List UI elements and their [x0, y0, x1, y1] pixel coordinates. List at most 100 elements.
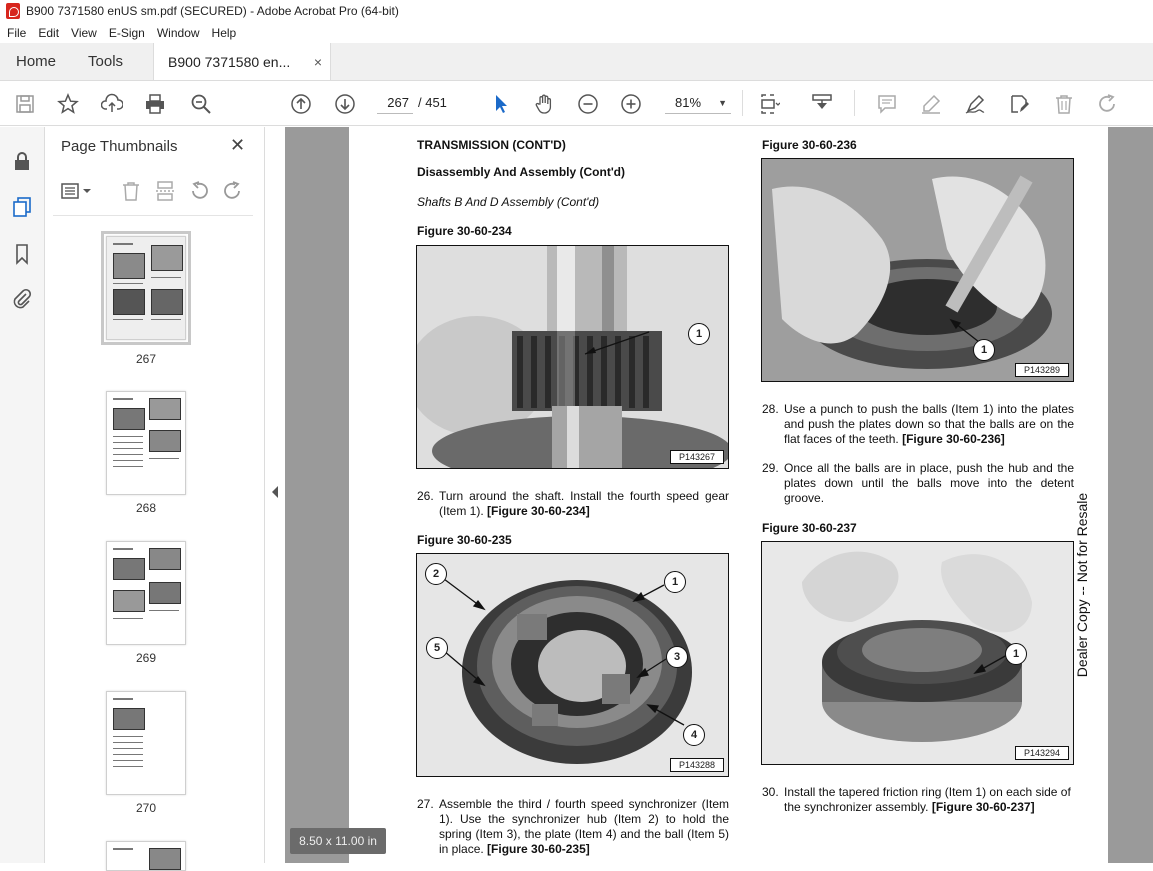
thumbnail-label: 269 [135, 651, 157, 665]
window-title: B900 7371580 enUS sm.pdf (SECURED) - Ado… [26, 4, 399, 18]
hand-icon[interactable] [531, 91, 557, 117]
select-pointer-icon[interactable] [488, 91, 514, 117]
thumb-text-line [113, 398, 133, 400]
page-thumbnail-partial[interactable] [106, 841, 186, 871]
thumbnail-label: 267 [135, 352, 157, 366]
menu-file[interactable]: File [0, 26, 31, 40]
document-viewer[interactable]: TRANSMISSION (CONT'D) Disassembly And As… [285, 127, 1153, 863]
fit-page-icon[interactable] [756, 91, 782, 117]
thumb-figure [151, 289, 183, 315]
thumb-figure [113, 590, 145, 612]
print-icon[interactable] [142, 91, 168, 117]
callout-number: 1 [688, 323, 710, 345]
thumb-text-line [113, 848, 133, 850]
step-number: 26. [417, 489, 434, 503]
tab-bar: Home Tools B900 7371580 en... × [0, 43, 1153, 81]
panel-title: Page Thumbnails [61, 138, 178, 155]
figure-reference[interactable]: [Figure 30-60-237] [932, 800, 1035, 814]
thumb-text-line [113, 698, 133, 700]
figure-reference[interactable]: [Figure 30-60-234] [487, 504, 590, 518]
thumb-text-line [113, 748, 143, 749]
thumb-figure [113, 289, 145, 315]
page-down-icon[interactable] [332, 91, 358, 117]
bookmark-icon[interactable] [10, 242, 34, 266]
panel-divider [53, 215, 253, 216]
lock-icon[interactable] [10, 149, 34, 173]
tab-document[interactable]: B900 7371580 en... × [153, 43, 332, 80]
redo-icon[interactable] [1095, 91, 1121, 117]
thumb-text-line [149, 610, 179, 611]
thumb-text-line [113, 766, 143, 767]
attachment-icon[interactable] [10, 287, 34, 311]
zoom-in-icon[interactable] [618, 91, 644, 117]
thumb-text-line [113, 742, 143, 743]
zoom-level-select[interactable]: 81% ▼ [665, 92, 731, 114]
close-icon[interactable]: ✕ [230, 135, 245, 156]
thumb-text-line [113, 760, 143, 761]
bookmark-star-icon[interactable] [55, 91, 81, 117]
rotate-right-icon[interactable] [221, 179, 245, 203]
subsection-heading: Disassembly And Assembly (Cont'd) [417, 165, 626, 179]
delete-icon[interactable] [1051, 91, 1077, 117]
page-thumbnail-267[interactable] [101, 231, 191, 345]
upload-icon[interactable] [99, 91, 125, 117]
figure-title: Figure 30-60-237 [762, 521, 857, 535]
rotate-left-icon[interactable] [187, 179, 211, 203]
thumb-figure [149, 398, 181, 420]
step-29-text: Once all the balls are in place, push th… [784, 461, 1074, 505]
thumb-text-line [113, 466, 143, 467]
comment-icon[interactable] [874, 91, 900, 117]
thumbnail-options-icon[interactable] [59, 179, 95, 203]
delete-page-icon[interactable] [119, 179, 143, 203]
figure-reference[interactable]: [Figure 30-60-236] [902, 432, 1005, 446]
menu-help[interactable]: Help [205, 26, 242, 40]
page-number-input[interactable]: 267 [377, 92, 413, 114]
save-icon[interactable] [12, 91, 38, 117]
watermark-text: Dealer Copy -- Not for Resale [1074, 492, 1090, 678]
panel-collapse-strip [265, 127, 285, 863]
tab-close-icon[interactable]: × [314, 54, 322, 70]
page-size-indicator: 8.50 x 11.00 in [290, 828, 386, 854]
figure-code: P143267 [669, 450, 724, 464]
figure-reference[interactable]: [Figure 30-60-235] [487, 842, 590, 856]
page-thumbnail-269[interactable] [106, 541, 186, 645]
page-up-icon[interactable] [288, 91, 314, 117]
page-thumbnails-icon[interactable] [10, 195, 34, 219]
menu-window[interactable]: Window [150, 26, 205, 40]
thumb-text-line [113, 754, 143, 755]
thumbnail-label: 268 [135, 501, 157, 515]
menu-view[interactable]: View [64, 26, 102, 40]
tab-home[interactable]: Home [0, 43, 72, 80]
toolbar-divider [854, 90, 855, 116]
thumb-text-line [113, 442, 143, 443]
thumb-text-line [113, 283, 143, 284]
thumb-text-line [149, 458, 179, 459]
page-thumbnail-268[interactable] [106, 391, 186, 495]
callout-leader [949, 318, 980, 343]
menu-esign[interactable]: E-Sign [102, 26, 150, 40]
figure-30-60-234: P143267 [416, 245, 729, 469]
extract-page-icon[interactable] [153, 179, 177, 203]
thumb-figure [151, 245, 183, 271]
scroll-mode-icon[interactable] [809, 91, 835, 117]
zoom-out-icon[interactable] [575, 91, 601, 117]
menu-bar: File Edit View E-Sign Window Help [0, 22, 1153, 43]
callout-number: 1 [1005, 643, 1027, 665]
step-number: 29. [762, 461, 779, 475]
menu-edit[interactable]: Edit [31, 26, 64, 40]
tab-tools[interactable]: Tools [72, 43, 139, 80]
left-navigation-rail [0, 127, 45, 863]
zoom-search-icon[interactable] [188, 91, 214, 117]
thumb-text-line [151, 319, 181, 320]
thumb-text-line [113, 460, 143, 461]
sign-icon[interactable] [962, 91, 988, 117]
collapse-arrow-icon[interactable] [270, 485, 280, 499]
highlight-icon[interactable] [918, 91, 944, 117]
sub-subsection-heading: Shafts B And D Assembly (Cont'd) [417, 195, 600, 209]
edit-icon[interactable] [1006, 91, 1032, 117]
pdf-page: TRANSMISSION (CONT'D) Disassembly And As… [349, 127, 1108, 863]
thumb-figure [113, 408, 145, 430]
dealer-copy-watermark: Dealer Copy -- Not for Resale [1072, 457, 1092, 717]
page-thumbnail-270[interactable] [106, 691, 186, 795]
chevron-down-icon: ▼ [718, 98, 727, 108]
